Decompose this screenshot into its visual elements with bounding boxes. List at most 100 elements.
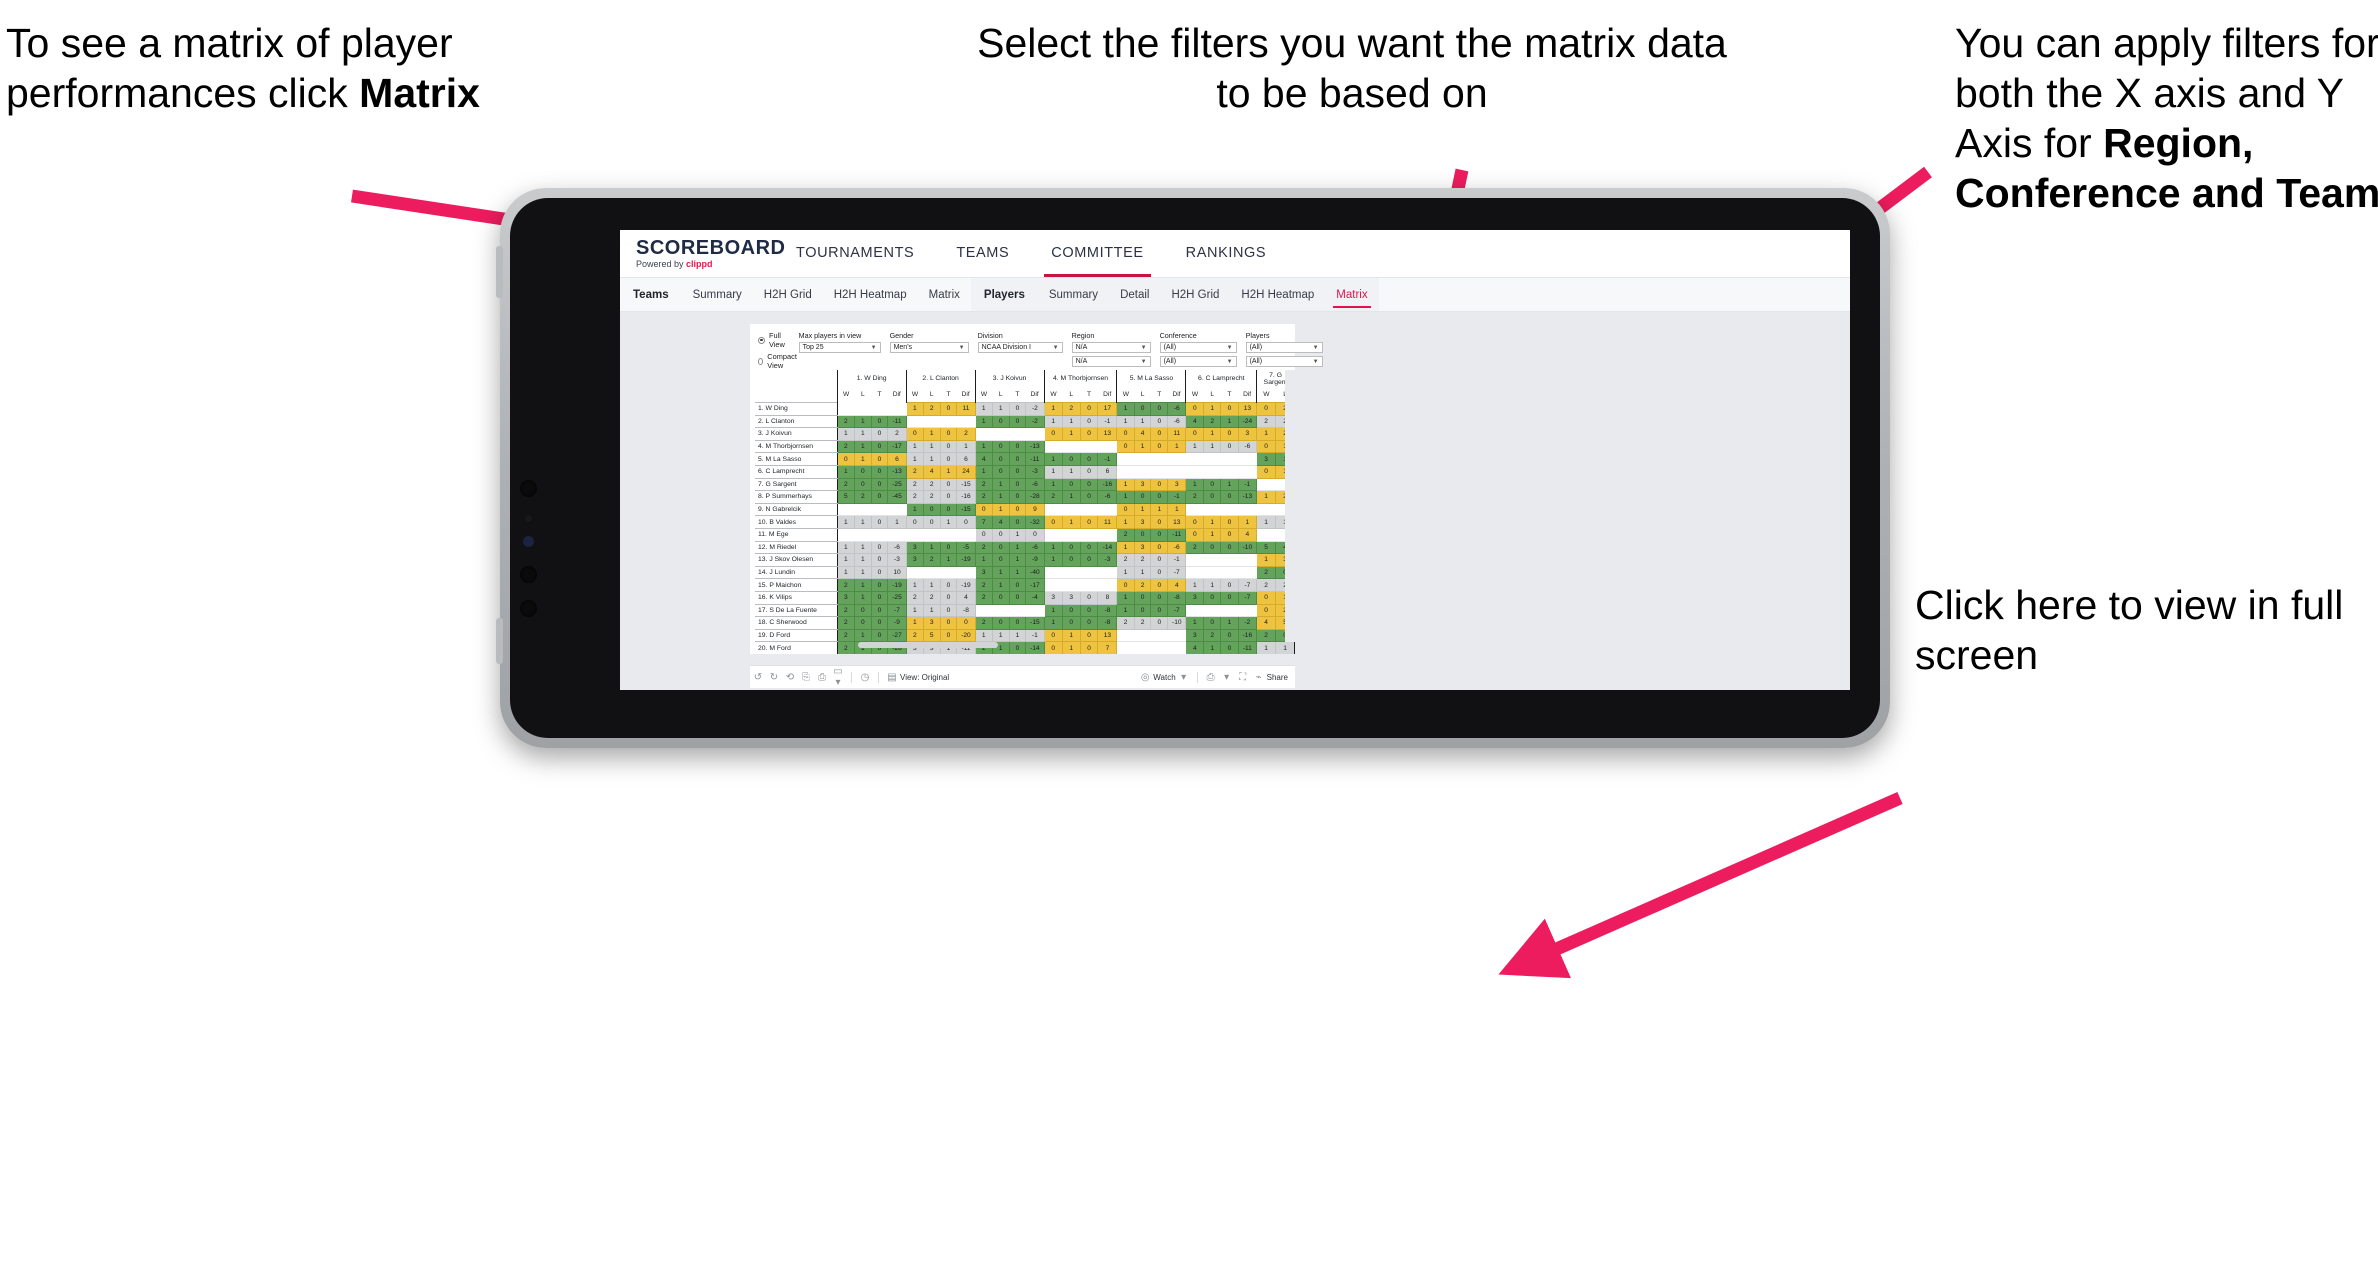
matrix-cell[interactable]: 2 [1203,414,1222,429]
matrix-cell[interactable]: -6 [1025,540,1045,555]
matrix-cell[interactable]: 1 [939,553,958,567]
matrix-cell[interactable]: 0 [1150,490,1169,504]
matrix-cell[interactable]: 3 [1256,452,1277,466]
matrix-cell[interactable]: 10 [887,565,907,580]
table-row[interactable]: 17. S De La Fuente200-7110-8100-8100-702 [755,603,1295,618]
matrix-cell[interactable]: 0 [1220,427,1239,441]
share-label[interactable]: Share [1267,673,1288,682]
matrix-cell[interactable]: 4 [1133,427,1152,441]
matrix-cell[interactable]: 2 [836,603,855,618]
matrix-cell[interactable]: -11 [887,414,907,429]
matrix-cell[interactable]: 1 [1185,477,1205,492]
matrix-cell[interactable]: 0 [1079,427,1099,441]
matrix-cell[interactable]: 2 [853,490,872,504]
matrix-cell[interactable]: 0 [1116,439,1135,454]
matrix-cell[interactable]: 0 [939,540,958,555]
matrix-cell[interactable]: 2 [905,590,924,605]
table-row[interactable]: 12. M Riedel 1 1 0 -6 3 1 0 -5 2 0 1 -6 1 0 0 -14 1 3 0 -6 2 0… [755,540,1295,555]
matrix-cell[interactable]: 0 [939,402,958,416]
matrix-cell[interactable]: 0 [1079,553,1099,567]
matrix-cell[interactable]: 0 [1008,464,1027,479]
matrix-cell[interactable]: -17 [1025,578,1045,592]
matrix-cell[interactable]: 1 [991,578,1010,592]
matrix-cell[interactable]: 1 [974,439,993,454]
matrix-cell[interactable]: 5 [922,628,941,643]
matrix-cell[interactable]: 1 [991,402,1010,416]
table-row[interactable]: 6. C Lamprecht100-1324124100-3110601 [755,464,1295,479]
matrix-cell[interactable]: -2 [1025,402,1045,416]
matrix-cell[interactable]: 0 [870,490,889,504]
matrix-cell[interactable]: 1 [905,616,924,630]
matrix-cell[interactable]: 1 [853,565,872,580]
matrix-cell[interactable]: 0 [1256,439,1277,454]
matrix-cell[interactable]: 1 [1116,490,1135,504]
matrix-cell[interactable]: 2 [836,439,855,454]
matrix-cell[interactable]: 9 [1025,502,1045,517]
matrix-cell[interactable]: 2 [1043,490,1063,504]
matrix-cell[interactable]: -6 [1167,540,1187,555]
matrix-cell[interactable]: 0 [1116,427,1135,441]
matrix-cell[interactable]: 0 [939,427,958,441]
matrix-cell[interactable]: 3 [1185,590,1205,605]
matrix-cell[interactable]: 0 [853,616,872,630]
matrix-cell[interactable]: 1 [853,553,872,567]
matrix-cell[interactable]: 3 [1185,628,1205,643]
matrix-cell[interactable]: 7 [1097,641,1118,654]
matrix-cell[interactable]: 0 [1008,477,1027,492]
matrix-cell[interactable]: 0 [853,464,872,479]
matrix-cell[interactable]: 0 [1203,490,1222,504]
matrix-cell[interactable]: 2 [922,490,941,504]
matrix-cell[interactable]: -7 [1167,603,1187,618]
matrix-cell[interactable]: 0 [1008,502,1027,517]
matrix-cell[interactable]: -6 [1167,414,1187,429]
matrix-cell[interactable]: 0 [1061,452,1081,466]
topnav-rankings[interactable]: RANKINGS [1165,230,1288,277]
matrix-cell[interactable]: 0 [1150,515,1169,529]
matrix-cell[interactable]: 4 [1237,527,1258,542]
subnav-players-detail[interactable]: Detail [1109,278,1160,311]
matrix-cell[interactable]: 0 [1185,427,1205,441]
matrix-cell[interactable]: 0 [870,414,889,429]
matrix-cell[interactable]: 0 [1133,402,1152,416]
matrix-cell[interactable]: 11 [956,402,976,416]
matrix-cell[interactable]: 0 [870,628,889,643]
matrix-cell[interactable]: 0 [1079,452,1099,466]
matrix-cell[interactable]: -19 [956,553,976,567]
matrix-cell[interactable]: 2 [905,464,924,479]
table-row[interactable]: 11. M Ege 0 0 1 0 2 0 0 -11 0 1 0 4 [755,527,1295,542]
matrix-cell[interactable]: 1 [1043,553,1063,567]
matrix-cell[interactable]: 0 [1008,490,1027,504]
matrix-cell[interactable]: 0 [1220,578,1239,592]
matrix-cell[interactable]: 1 [1116,515,1135,529]
matrix-cell[interactable]: 1 [1256,490,1277,504]
matrix-cell[interactable]: 2 [836,628,855,643]
matrix-cell[interactable]: -6 [887,540,907,555]
matrix-cell[interactable]: 2 [922,477,941,492]
refresh-data-icon[interactable]: ⎘ [798,672,814,683]
matrix-cell[interactable]: 1 [853,578,872,592]
matrix-cell[interactable]: -16 [1237,628,1258,643]
matrix-cell[interactable]: 1 [1043,477,1063,492]
matrix-cell[interactable]: -11 [1025,452,1045,466]
matrix-cell[interactable]: 0 [1150,565,1169,580]
subnav-teams-h2h-grid[interactable]: H2H Grid [753,278,823,311]
matrix-cell[interactable]: 1 [1043,616,1063,630]
matrix-cell[interactable]: 1 [1043,603,1063,618]
matrix-cell[interactable]: 1 [1043,402,1063,416]
matrix-cell[interactable]: 1 [1203,527,1222,542]
matrix-cell[interactable]: -25 [887,590,907,605]
subnav-players-matrix[interactable]: Matrix [1325,278,1378,311]
matrix-cell[interactable]: 0 [1150,439,1169,454]
matrix-cell[interactable]: 0 [1203,540,1222,555]
table-row[interactable]: 4. M Thorbjornsen 2 1 0 -17 1 1 0 1 1 0 0 -13 0 1 0 1 1 1 0… [755,439,1295,454]
filter-players-select-y[interactable]: (All) ▼ [1245,356,1323,367]
matrix-cell[interactable]: 0 [1133,590,1152,605]
matrix-cell[interactable]: 0 [922,502,941,517]
view-dropdown-icon[interactable]: ▭ ▾ [830,666,846,688]
matrix-cell[interactable]: 1 [836,540,855,555]
table-row[interactable]: 9. N Gabrelcik 1 0 0 -15 0 1 0 9 0 1 1 1 [755,502,1295,517]
matrix-cell[interactable]: 1 [922,452,941,466]
matrix-cell[interactable]: 0 [1079,616,1099,630]
matrix-cell[interactable]: -8 [1097,603,1118,618]
matrix-cell[interactable]: 2 [974,490,993,504]
